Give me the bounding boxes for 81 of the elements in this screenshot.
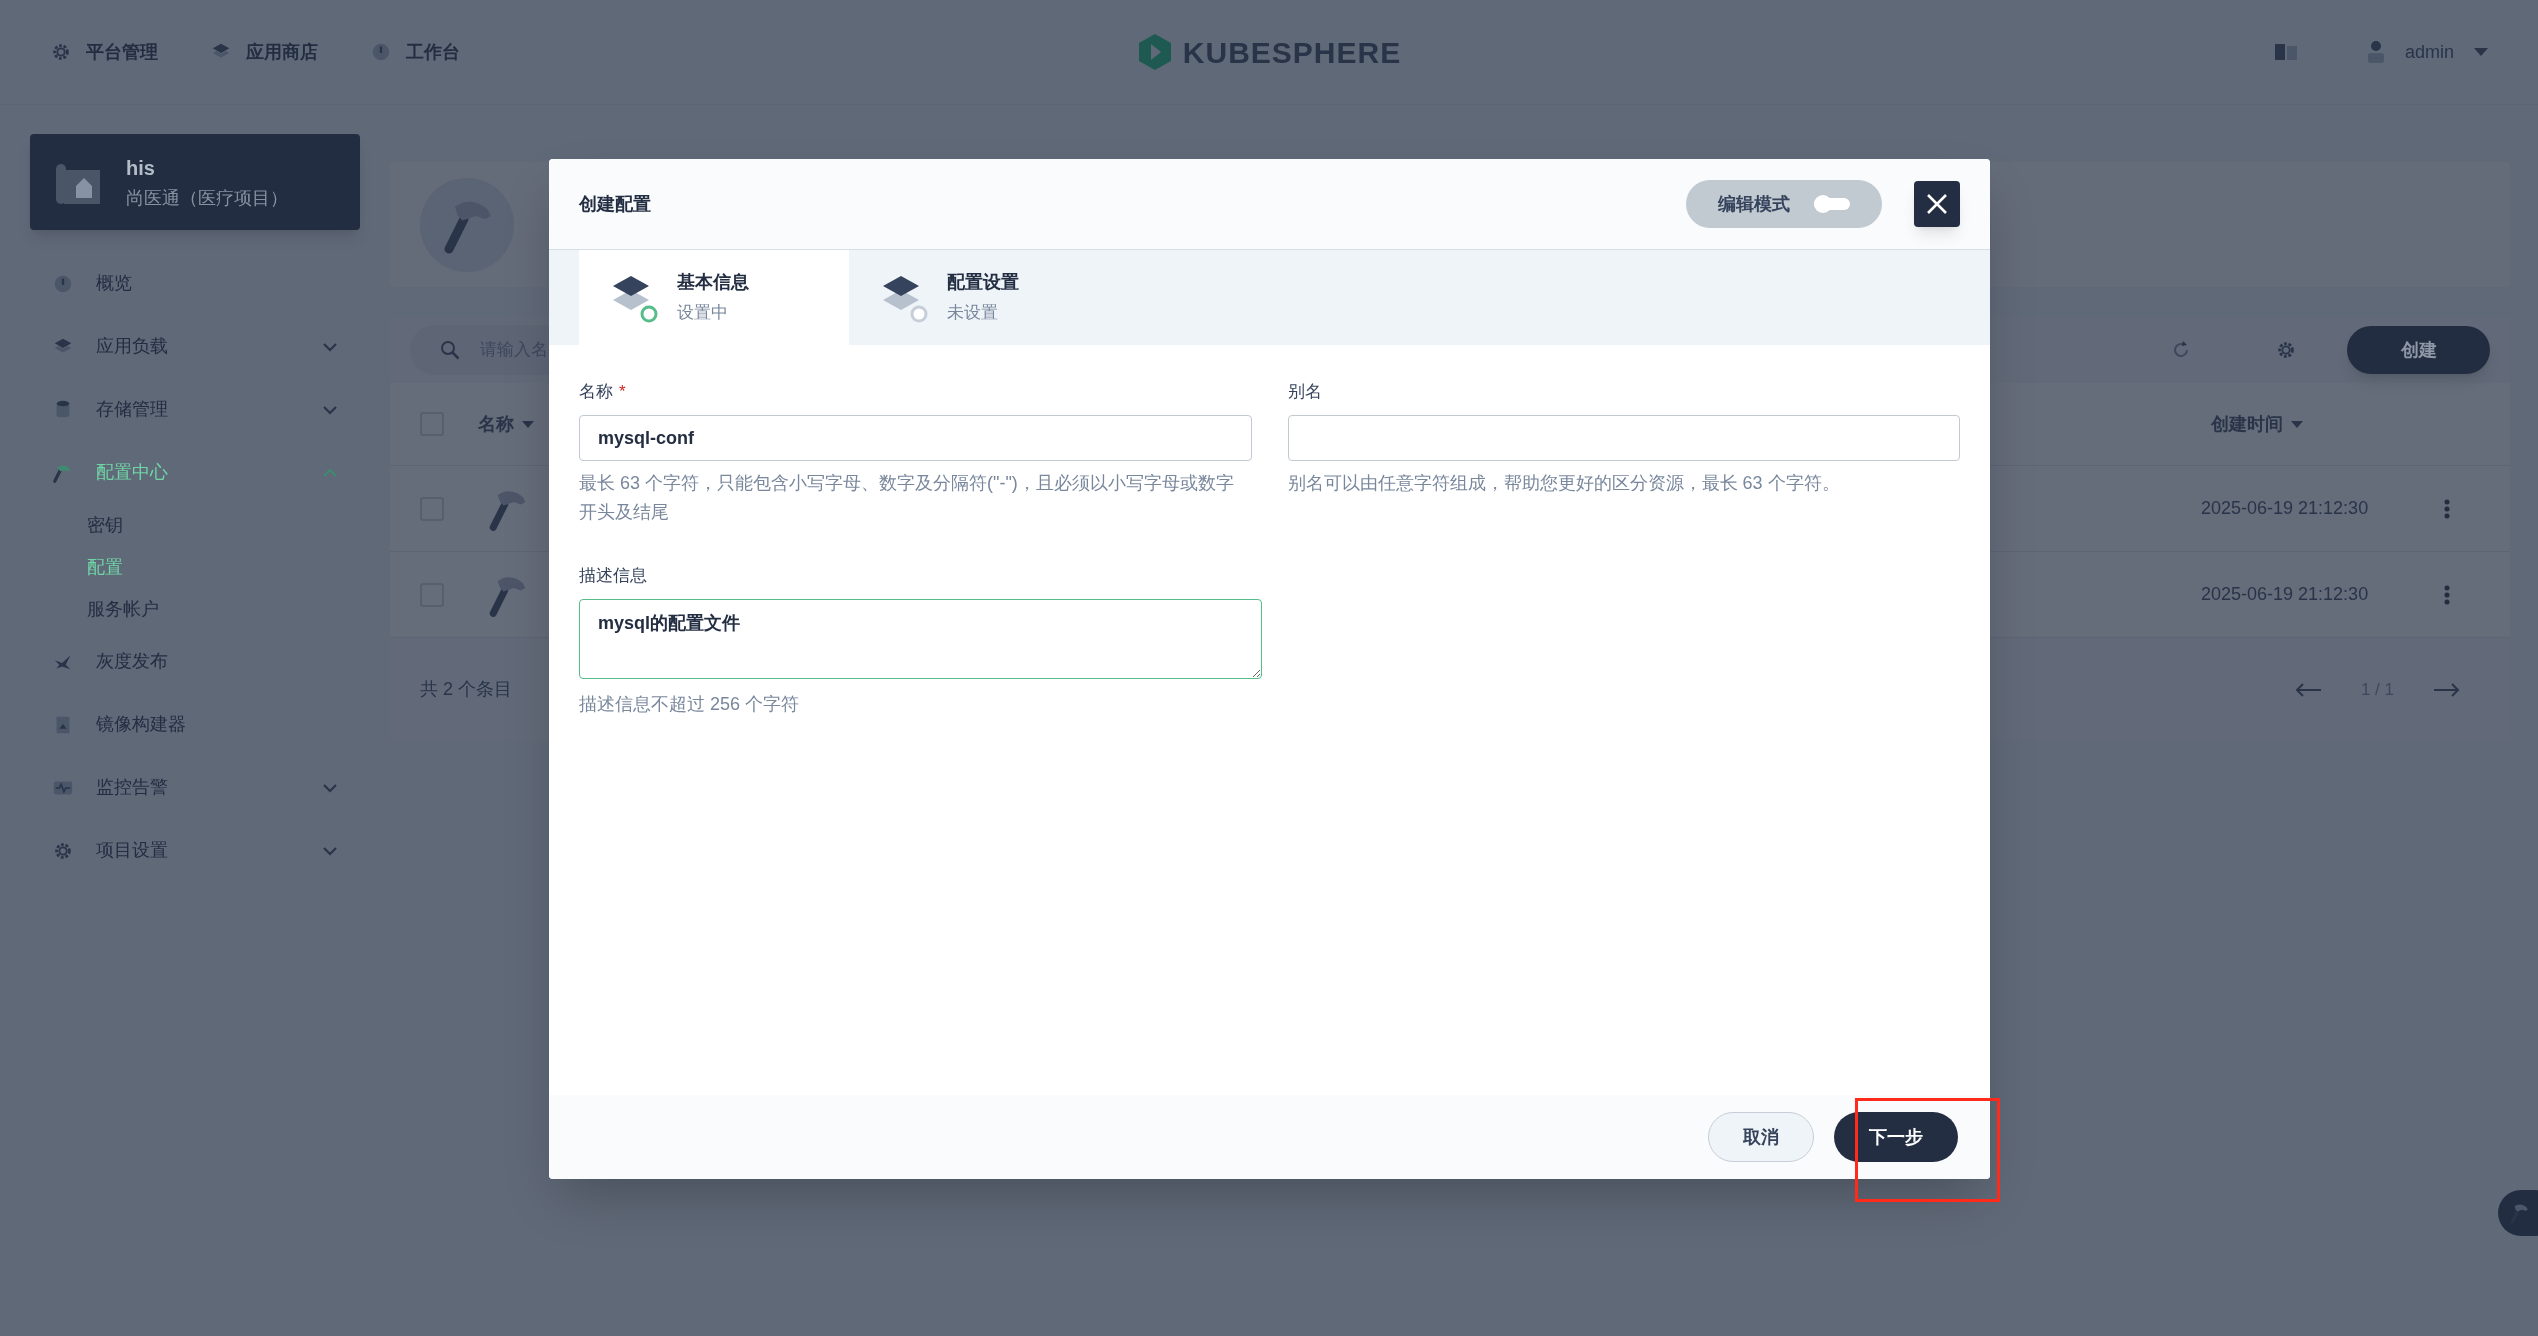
- chevron-down-icon: [322, 845, 338, 856]
- sidebar-item-label: 灰度发布: [96, 650, 169, 673]
- chevron-down-icon: [322, 782, 338, 793]
- dial-icon: [370, 41, 392, 63]
- arrow-left-icon[interactable]: [2294, 682, 2321, 697]
- sidebar-item-label: 监控告警: [96, 776, 169, 799]
- description-field[interactable]: mysql的配置文件: [579, 599, 1262, 679]
- column-header[interactable]: 名称: [478, 410, 534, 438]
- field-label: 描述信息: [579, 565, 648, 587]
- more-icon[interactable]: [2444, 584, 2450, 605]
- sidebar-item[interactable]: 镜像构建器: [30, 693, 360, 756]
- sidebar-item-label: 镜像构建器: [96, 713, 187, 736]
- chevron-down-icon: [322, 404, 338, 415]
- sidebar-item[interactable]: 项目设置: [30, 819, 360, 882]
- cancel-button[interactable]: 取消: [1708, 1112, 1814, 1162]
- sidebar-subitem[interactable]: 配置: [87, 546, 340, 588]
- step-title: 配置设置: [947, 271, 1019, 295]
- user-menu[interactable]: admin: [2366, 38, 2488, 66]
- caret-icon: [2474, 48, 2488, 56]
- project-description: 尚医通（医疗项目）: [126, 186, 288, 210]
- field-hint: 别名可以由任意字符组成，帮助您更好的区分资源，最长 63 个字符。: [1287, 472, 1841, 495]
- step-tab[interactable]: 配置设置 未设置: [849, 250, 1119, 345]
- sidebar-item[interactable]: 应用负载: [30, 315, 360, 378]
- sidebar-item-label: 应用负载: [96, 335, 169, 358]
- project-name: his: [126, 155, 156, 181]
- alias-field[interactable]: [1287, 415, 1960, 461]
- close-icon: [1926, 193, 1948, 215]
- name-field[interactable]: mysql-conf: [579, 415, 1252, 461]
- gear-icon[interactable]: [2275, 339, 2297, 361]
- caret-icon: [2291, 420, 2303, 428]
- chevron-up-icon: [322, 467, 338, 478]
- step-status: 未设置: [947, 302, 999, 325]
- step-title: 基本信息: [677, 271, 749, 295]
- field-hint: 描述信息不超过 256 个字符: [579, 693, 801, 716]
- sidebar-subitem[interactable]: 服务帐户: [87, 588, 340, 630]
- sidebar-subitem[interactable]: 密钥: [87, 504, 340, 546]
- book-icon[interactable]: [2274, 43, 2297, 61]
- step-tab[interactable]: 基本信息 设置中: [579, 250, 849, 345]
- chevron-down-icon: [322, 341, 338, 352]
- arrow-right-icon[interactable]: [2434, 682, 2460, 697]
- close-button[interactable]: [1914, 181, 1960, 227]
- expand-toggle[interactable]: [322, 782, 338, 793]
- sidebar-item[interactable]: 存储管理: [30, 378, 360, 441]
- refresh-icon[interactable]: [2171, 340, 2191, 360]
- sidebar-item-label: 概览: [96, 272, 133, 295]
- expand-toggle[interactable]: [322, 845, 338, 856]
- table-cell-text: 2025-06-19 21:12:30: [2201, 497, 2370, 520]
- sidebar-item[interactable]: 灰度发布: [30, 630, 360, 693]
- sidebar-item[interactable]: 监控告警: [30, 756, 360, 819]
- expand-toggle[interactable]: [322, 341, 338, 352]
- project-card[interactable]: his 尚医通（医疗项目）: [30, 134, 360, 230]
- edit-mode-toggle[interactable]: 编辑模式: [1686, 180, 1882, 228]
- more-icon[interactable]: [2444, 498, 2450, 519]
- expand-toggle[interactable]: [322, 467, 338, 478]
- nav-link[interactable]: 工作台: [370, 38, 460, 66]
- column-header[interactable]: 创建时间: [2211, 410, 2470, 438]
- total-count: 共 2 个条目: [420, 678, 512, 701]
- logo-text: KUBESPHERE: [1182, 34, 1402, 71]
- field-label: 名称: [579, 381, 613, 404]
- user-icon: [2366, 41, 2385, 63]
- sidebar-item-label: 存储管理: [96, 398, 169, 421]
- nav-link[interactable]: 平台管理: [50, 38, 158, 66]
- step-status: 设置中: [677, 302, 729, 325]
- sidebar-item-label: 配置中心: [96, 461, 169, 484]
- field-hint: 最长 63 个字符，只能包含小写字母、数字及分隔符("-")，且必须以小写字母或数字开头及结尾: [579, 472, 1235, 524]
- dialog-title: 创建配置: [579, 192, 652, 216]
- gear-icon: [50, 41, 72, 63]
- field-label: 别名: [1287, 381, 1322, 404]
- nav-link[interactable]: 应用商店: [210, 38, 318, 66]
- search-icon: [440, 340, 460, 360]
- create-button[interactable]: 创建: [2347, 326, 2490, 374]
- expand-toggle[interactable]: [322, 404, 338, 415]
- required-mark: *: [619, 381, 626, 404]
- logo-icon: [1136, 32, 1173, 72]
- hammer-icon: [2508, 1202, 2530, 1224]
- caret-icon: [522, 420, 534, 428]
- sidebar-item[interactable]: 配置中心: [30, 441, 360, 504]
- sidebar-item[interactable]: 概览: [30, 252, 360, 315]
- next-button[interactable]: 下一步: [1834, 1112, 1958, 1162]
- sidebar-item-label: 项目设置: [96, 839, 169, 862]
- table-cell-text: 2025-06-19 21:12:30: [2201, 583, 2370, 606]
